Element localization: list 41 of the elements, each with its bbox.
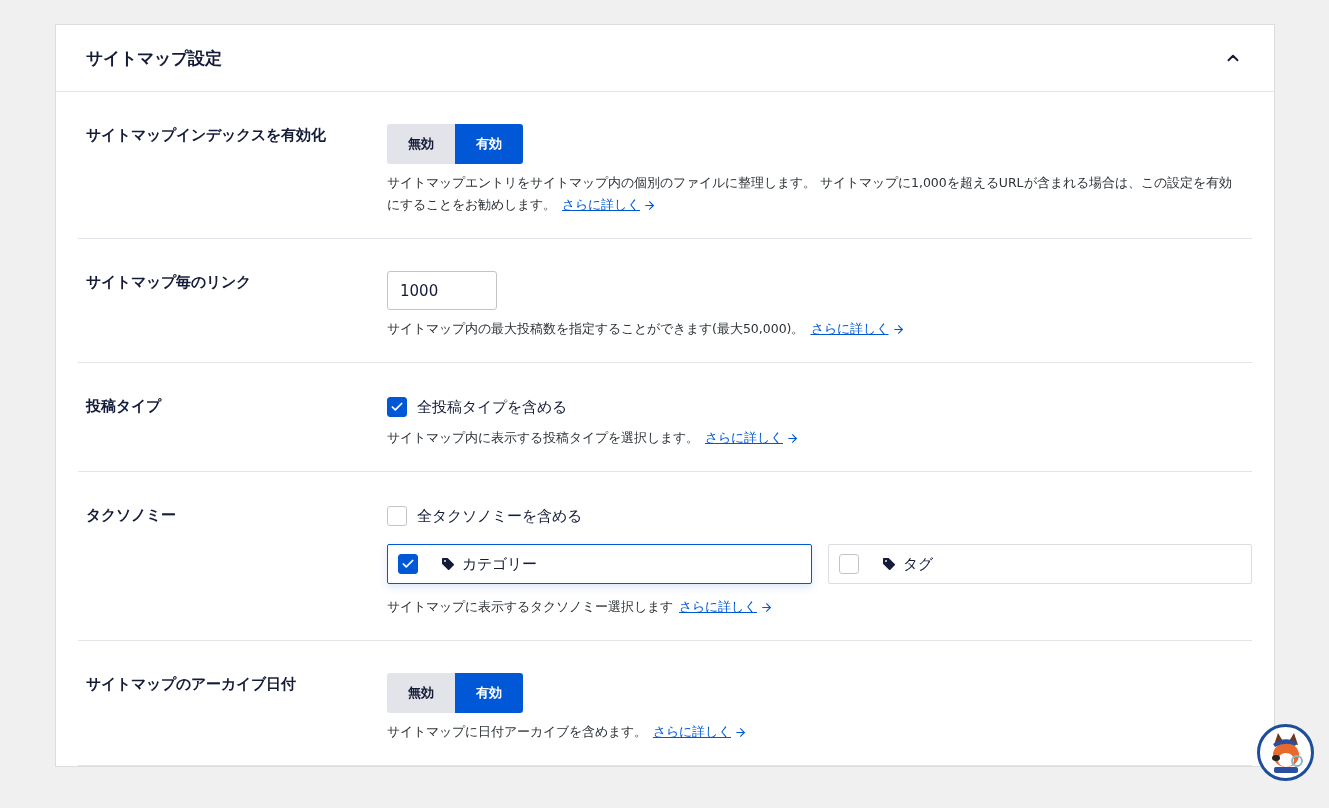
checkbox[interactable]	[838, 554, 859, 574]
setting-label: サイトマップのアーカイブ日付	[86, 675, 297, 694]
arrow-right-icon	[734, 725, 747, 739]
help-mascot-button[interactable]	[1257, 724, 1314, 781]
toggle-option[interactable]: 有効	[455, 124, 523, 164]
panel-title: サイトマップ設定	[86, 46, 222, 70]
taxonomy-option[interactable]: タグ	[827, 544, 1252, 584]
setting-label: サイトマップインデックスを有効化	[86, 126, 327, 145]
toggle-option[interactable]: 有効	[455, 673, 523, 713]
description: サイトマップに表示するタクソノミー選択します さらに詳しく	[387, 596, 773, 618]
description: サイトマップ内の最大投稿数を指定することができます(最大50,000)。 さらに詳しく	[387, 318, 905, 340]
checkbox-label: 全投稿タイプを含める	[417, 397, 567, 417]
learn-more-link[interactable]: さらに詳しく	[653, 721, 747, 743]
number-field[interactable]: 1000	[387, 271, 497, 310]
tag-icon	[440, 556, 456, 572]
learn-more-link[interactable]: さらに詳しく	[562, 194, 656, 216]
arrow-right-icon	[643, 198, 656, 212]
checkbox-label: 全タクソノミーを含める	[417, 506, 582, 526]
toggle-option[interactable]: 無効	[387, 124, 455, 164]
setting-label: タクソノミー	[86, 506, 177, 525]
taxonomy-label: カテゴリー	[462, 554, 537, 574]
learn-more-link[interactable]: さらに詳しく	[679, 596, 773, 618]
description: サイトマップに日付アーカイブを含めます。 さらに詳しく	[387, 721, 747, 743]
check-icon	[390, 400, 404, 414]
taxonomy-option[interactable]: カテゴリー	[387, 544, 812, 584]
learn-more-link[interactable]: さらに詳しく	[705, 427, 799, 449]
checkbox[interactable]	[387, 506, 407, 526]
check-icon	[401, 557, 415, 571]
taxonomy-label: タグ	[902, 554, 933, 574]
tag-icon	[880, 556, 897, 572]
arrow-right-icon	[891, 322, 905, 336]
checkbox[interactable]	[398, 554, 418, 574]
toggle-option[interactable]: 無効	[387, 673, 455, 713]
checkbox[interactable]	[387, 397, 407, 417]
description: サイトマップ内に表示する投稿タイプを選択します。 さらに詳しく	[387, 427, 799, 449]
learn-more-link[interactable]: さらに詳しく	[810, 318, 905, 340]
setting-label: 投稿タイプ	[86, 397, 163, 416]
description: サイトマップエントリをサイトマップ内の個別のファイルに整理します。 サイトマップに1,000を超えるURLが含まれる場合は、この設定を有効にすることをお勧めします。 さらに詳しく	[387, 172, 1244, 216]
arrow-right-icon	[760, 600, 773, 614]
arrow-right-icon	[786, 431, 799, 445]
setting-label: サイトマップ毎のリンク	[86, 273, 252, 292]
